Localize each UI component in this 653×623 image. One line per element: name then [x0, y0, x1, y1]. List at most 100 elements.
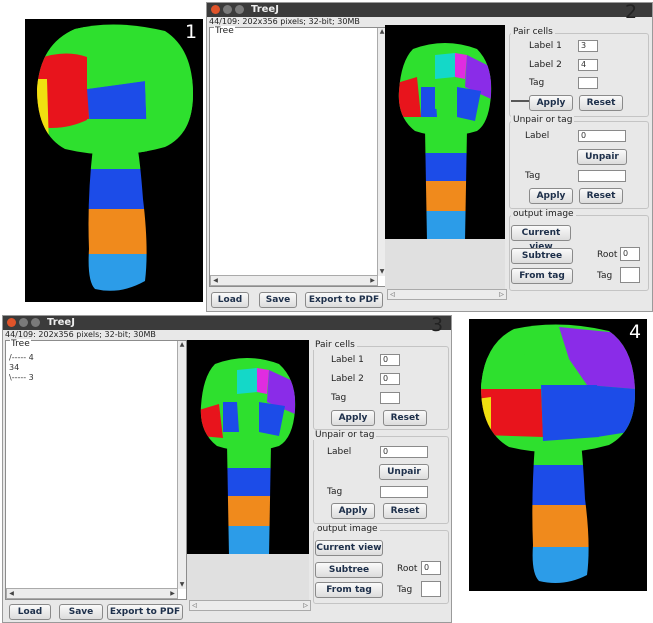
scroll-left-icon[interactable]: ◁ [190, 601, 199, 610]
pair-apply-button[interactable]: Apply [529, 95, 573, 111]
viewer-empty-area [187, 554, 309, 600]
subtree-button[interactable]: Subtree [315, 562, 383, 578]
cell-image-2 [398, 43, 492, 239]
title-bar: TreeJ [207, 3, 652, 17]
treej-window-2: TreeJ 44/109: 202x356 pixels; 32-bit; 30… [206, 1, 653, 312]
maximize-icon[interactable] [31, 318, 40, 327]
load-button[interactable]: Load [9, 604, 51, 620]
unpair-apply-button[interactable]: Apply [331, 503, 375, 519]
output-tag-field[interactable] [620, 267, 640, 283]
minimize-icon[interactable] [223, 5, 232, 14]
tree-panel[interactable]: Tree ▲ ▼ ◀ ▶ [209, 26, 387, 287]
status-line: 44/109: 202x356 pixels; 32-bit; 30MB [209, 17, 360, 26]
root-label: Root [597, 250, 618, 260]
unpair-tag-label: Tag [525, 171, 541, 181]
tree-panel[interactable]: Tree /----- 4 34 \----- 3 ▲ ▼ ◀ ▶ [5, 339, 187, 600]
output-image-title: output image [511, 209, 576, 219]
output-image-title: output image [315, 524, 380, 534]
image-viewer-2[interactable] [385, 25, 505, 239]
root-field[interactable]: 0 [421, 561, 441, 575]
unpair-label-field[interactable]: 0 [578, 130, 626, 142]
vertical-scrollbar[interactable]: ▲ ▼ [177, 341, 186, 589]
unpair-reset-button[interactable]: Reset [579, 188, 623, 204]
output-tag-field[interactable] [421, 581, 441, 597]
pair-reset-button[interactable]: Reset [579, 95, 623, 111]
scroll-right-icon[interactable]: ▶ [168, 589, 177, 598]
unpair-apply-button[interactable]: Apply [529, 188, 573, 204]
subtree-button[interactable]: Subtree [511, 248, 573, 264]
unpair-reset-button[interactable]: Reset [383, 503, 427, 519]
panel-number-3: 3 [431, 314, 444, 336]
tree-label: Tree [214, 26, 235, 36]
label2-label: Label 2 [331, 374, 364, 384]
unpair-tag-label: Tag [327, 487, 343, 497]
current-view-button[interactable]: Current view [315, 540, 383, 556]
scroll-down-icon[interactable]: ▼ [178, 581, 186, 589]
pair-reset-button[interactable]: Reset [383, 410, 427, 426]
label1-label: Label 1 [331, 355, 364, 365]
maximize-icon[interactable] [235, 5, 244, 14]
tree-node[interactable]: 34 [9, 363, 19, 372]
label1-label: Label 1 [529, 41, 562, 51]
label1-field[interactable]: 0 [380, 354, 400, 366]
cell-image-3 [200, 358, 296, 554]
unpair-button[interactable]: Unpair [379, 464, 429, 480]
window-title: TreeJ [251, 4, 279, 15]
pair-apply-button[interactable]: Apply [331, 410, 375, 426]
save-button[interactable]: Save [59, 604, 103, 620]
unpair-tag-title: Unpair or tag [511, 115, 575, 125]
tag-label: Tag [331, 393, 347, 403]
export-pdf-button[interactable]: Export to PDF [305, 292, 383, 308]
save-button[interactable]: Save [259, 292, 297, 308]
tag-field[interactable] [578, 77, 598, 89]
title-bar: TreeJ [3, 316, 451, 330]
status-line: 44/109: 202x356 pixels; 32-bit; 30MB [5, 330, 156, 339]
unpair-button[interactable]: Unpair [577, 149, 627, 165]
root-label: Root [397, 564, 418, 574]
unpair-label-field[interactable]: 0 [380, 446, 428, 458]
from-tag-button[interactable]: From tag [511, 268, 573, 284]
scroll-left-icon[interactable]: ◀ [211, 276, 220, 285]
scroll-right-icon[interactable]: ▶ [368, 276, 377, 285]
export-pdf-button[interactable]: Export to PDF [107, 604, 183, 620]
render-panel-1: 1 [25, 19, 203, 302]
render-panel-4: 4 [469, 319, 647, 591]
close-icon[interactable] [7, 318, 16, 327]
scroll-right-icon[interactable]: ▷ [301, 601, 310, 610]
panel-number-4: 4 [629, 321, 642, 343]
load-button[interactable]: Load [211, 292, 249, 308]
unpair-tag-field[interactable] [380, 486, 428, 498]
current-view-button[interactable]: Current view [511, 225, 571, 252]
root-field[interactable]: 0 [620, 247, 640, 261]
image-viewer-3[interactable] [187, 340, 309, 554]
label2-label: Label 2 [529, 60, 562, 70]
unpair-label-label: Label [525, 131, 550, 141]
horizontal-scrollbar[interactable]: ◀ ▶ [6, 588, 178, 599]
unpair-tag-title: Unpair or tag [313, 430, 377, 440]
scroll-left-icon[interactable]: ◁ [388, 290, 397, 299]
panel-number-1: 1 [185, 21, 198, 43]
pair-cells-title: Pair cells [511, 27, 555, 37]
tag-field[interactable] [380, 392, 400, 404]
from-tag-button[interactable]: From tag [315, 582, 383, 598]
treej-window-3: TreeJ 44/109: 202x356 pixels; 32-bit; 30… [2, 314, 452, 623]
output-tag-label: Tag [597, 271, 613, 281]
viewer-scrollbar[interactable]: ◁ ▷ [189, 600, 311, 611]
label2-field[interactable]: 4 [578, 59, 598, 71]
viewer-empty-area [385, 239, 505, 289]
horizontal-scrollbar[interactable]: ◀ ▶ [210, 275, 378, 286]
close-icon[interactable] [211, 5, 220, 14]
label2-field[interactable]: 0 [380, 373, 400, 385]
scroll-left-icon[interactable]: ◀ [7, 589, 16, 598]
label1-field[interactable]: 3 [578, 40, 598, 52]
scroll-up-icon[interactable]: ▲ [178, 341, 186, 349]
scroll-right-icon[interactable]: ▷ [497, 290, 506, 299]
output-tag-label: Tag [397, 585, 413, 595]
viewer-scrollbar[interactable]: ◁ ▷ [387, 289, 507, 300]
minimize-icon[interactable] [19, 318, 28, 327]
cell-render-4 [481, 324, 635, 583]
tree-node[interactable]: /----- 4 [9, 353, 34, 362]
cell-render-1 [37, 24, 193, 291]
tree-node[interactable]: \----- 3 [9, 373, 34, 382]
unpair-tag-field[interactable] [578, 170, 626, 182]
